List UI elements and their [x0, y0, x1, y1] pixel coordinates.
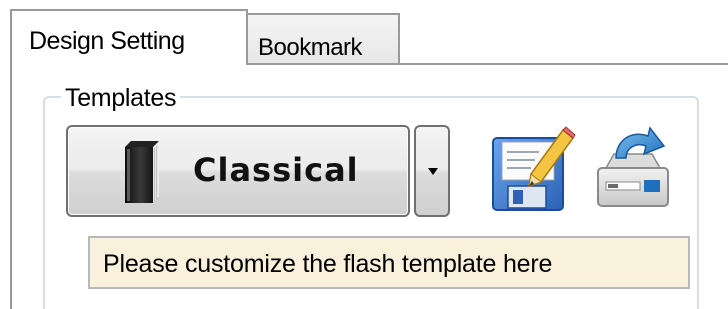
book-icon	[125, 141, 159, 203]
load-template-button[interactable]	[594, 124, 672, 216]
template-hint: Please customize the flash template here	[88, 236, 690, 289]
save-template-button[interactable]	[487, 124, 577, 214]
tab-design-setting-label: Design Setting	[29, 27, 185, 55]
tab-bookmark[interactable]: Bookmark	[248, 13, 400, 65]
save-template-icon	[492, 126, 576, 211]
template-name: Classical	[193, 151, 359, 189]
tab-bookmark-label: Bookmark	[258, 34, 363, 61]
chevron-down-icon	[428, 168, 438, 175]
templates-group-label: Templates	[61, 83, 181, 113]
template-dropdown-button[interactable]	[414, 125, 450, 217]
load-template-icon	[597, 126, 669, 207]
tab-design-setting[interactable]: Design Setting	[10, 9, 248, 65]
design-settings-panel: Design Setting Bookmark Templates Classi…	[0, 0, 728, 309]
template-select-button[interactable]: Classical	[66, 125, 410, 217]
